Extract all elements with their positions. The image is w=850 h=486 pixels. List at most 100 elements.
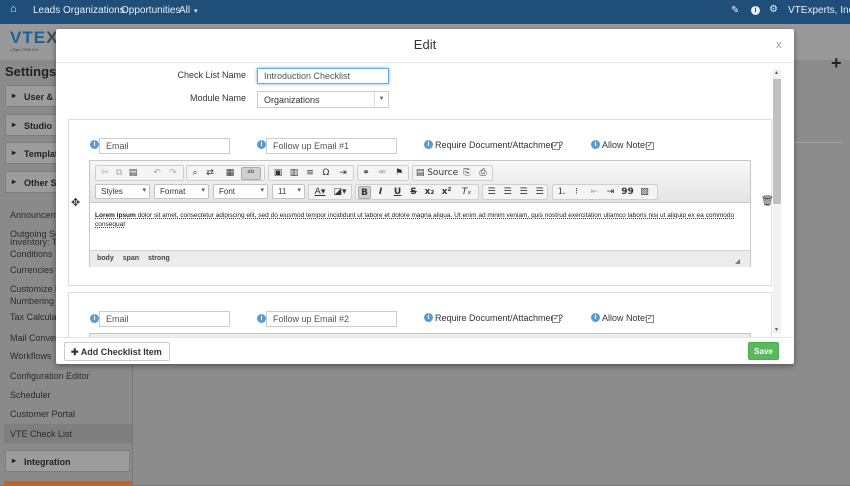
redo-icon[interactable]: ↷ [167, 167, 179, 180]
require-document-checkbox[interactable]: ✓ [552, 142, 560, 150]
sidebar-item-scheduler[interactable]: Scheduler [10, 389, 68, 401]
item-type-input[interactable] [99, 138, 230, 154]
info-icon: i [90, 314, 99, 323]
close-button[interactable]: x [776, 39, 782, 51]
copy-icon[interactable]: ⧉ [113, 167, 125, 180]
undo-icon[interactable]: ↶ [151, 167, 163, 180]
sidebar-item-configuration-editor[interactable]: Configuration Editor [10, 370, 130, 382]
styles-combo[interactable]: Styles [95, 184, 150, 199]
trash-icon[interactable]: 🗑 [761, 196, 774, 207]
page-break-icon[interactable]: ⇥ [336, 167, 350, 180]
toolbar-group-insert: ▣ ▥ ≡ Ω ⇥ [268, 165, 354, 181]
blockquote-icon[interactable]: 99 [621, 186, 634, 199]
anchor-flag-icon[interactable]: ⚑ [393, 167, 405, 180]
remove-format-icon[interactable]: Tₓ [460, 186, 473, 199]
div-container-icon[interactable]: ▧ [638, 186, 651, 199]
sidebar-section-integration[interactable]: Integration [5, 450, 130, 472]
plus-icon: ✚ [71, 347, 81, 357]
bg-color-icon[interactable]: ◪▾ [331, 186, 349, 199]
add-checklist-item-button[interactable]: ✚ Add Checklist Item [64, 342, 170, 361]
paste-icon[interactable]: ▤ [127, 167, 139, 180]
add-icon[interactable]: + [831, 53, 842, 74]
gear-icon[interactable]: ⚙ [769, 4, 778, 15]
scrollbar-thumb[interactable] [773, 79, 781, 204]
numbered-list-icon[interactable]: ⒈ [555, 186, 568, 199]
path-span[interactable]: span [123, 255, 139, 262]
home-icon[interactable]: ⌂ [10, 3, 17, 15]
require-document-checkbox[interactable]: ✓ [552, 315, 560, 323]
item-type-input[interactable] [99, 311, 230, 327]
allow-notes-checkbox[interactable]: ✓ [646, 142, 654, 150]
outdent-icon[interactable]: ⇤ [588, 186, 601, 199]
paste-text-icon[interactable]: ⎘ [461, 167, 473, 180]
chevron-down-icon[interactable]: ▾ [194, 7, 198, 15]
link-icon[interactable]: ⚭ [360, 167, 372, 180]
font-size-combo[interactable]: 11 [272, 184, 305, 199]
toolbar-group-basicstyles: B I U S x₂ x² Tₓ [355, 184, 479, 200]
special-char-icon[interactable]: Ω [320, 167, 332, 180]
require-document-label: Require Document/Attachment? [435, 140, 564, 150]
format-combo[interactable]: Format [154, 184, 209, 199]
toolbar-group-align: ☰ ☰ ☰ ☰ [482, 184, 548, 200]
align-left-icon[interactable]: ☰ [485, 186, 498, 199]
sidebar-item-customer-portal[interactable]: Customer Portal [10, 408, 130, 420]
nav-opportunities[interactable]: Opportunities [121, 5, 180, 16]
paste-word-icon[interactable]: ⎙ [477, 167, 489, 180]
align-justify-icon[interactable]: ☰ [533, 186, 546, 199]
user-menu[interactable]: VTExperts, Inc. [788, 5, 850, 16]
italic-icon[interactable]: I [374, 186, 387, 199]
cut-icon[interactable]: ✂ [99, 167, 111, 180]
bullet-list-icon[interactable]: ⁝ [570, 186, 583, 199]
source-label: Source [427, 168, 459, 178]
font-combo[interactable]: Font [213, 184, 268, 199]
editor-content-text: dolor sit amet, consectetur adipiscing e… [95, 212, 735, 228]
nav-leads[interactable]: Leads [33, 5, 60, 16]
source-button[interactable]: ▤ Source [415, 167, 459, 180]
nav-organizations[interactable]: Organizations [63, 5, 125, 16]
info-icon[interactable]: i [751, 6, 760, 15]
bold-icon[interactable]: B [358, 186, 371, 199]
align-right-icon[interactable]: ☰ [517, 186, 530, 199]
pencil-icon[interactable]: ✎ [731, 5, 739, 16]
brand-logo[interactable]: VTEX [10, 28, 58, 48]
module-name-select[interactable]: Organizations ▼ [257, 91, 389, 108]
toolbar-group-editing: ⌕ ⇄ ▦ ᵃᵇ [186, 165, 265, 181]
image-icon[interactable]: ▣ [272, 167, 284, 180]
save-button[interactable]: Save [748, 342, 779, 360]
item-subject-input[interactable] [266, 138, 397, 154]
path-strong[interactable]: strong [148, 255, 170, 262]
underline-icon[interactable]: U [391, 186, 404, 199]
spellcheck-icon[interactable]: ᵃᵇ [241, 167, 261, 180]
strike-icon[interactable]: S [407, 186, 420, 199]
find-icon[interactable]: ⌕ [189, 167, 201, 180]
scroll-down-icon[interactable]: ▼ [774, 327, 779, 333]
align-center-icon[interactable]: ☰ [501, 186, 514, 199]
unlink-icon[interactable]: ⚮ [376, 167, 388, 180]
path-body[interactable]: body [97, 255, 114, 262]
replace-icon[interactable]: ⇄ [204, 167, 216, 180]
sidebar-bottom-bar [4, 481, 132, 486]
indent-icon[interactable]: ⇥ [604, 186, 617, 199]
table-icon[interactable]: ▥ [288, 167, 300, 180]
scroll-up-icon[interactable]: ▲ [774, 70, 779, 76]
select-all-icon[interactable]: ▦ [224, 167, 236, 180]
sidebar-item-vte-check-list[interactable]: VTE Check List [10, 428, 130, 440]
editor-toolbar: ✂ ⧉ ▤ ↶ ↷ ⌕ ⇄ ▦ ᵃᵇ ▣ ▥ ≡ Ω ⇥ ⚭ ⚮ ⚑ ▤ Sou… [90, 161, 750, 203]
superscript-icon[interactable]: x² [440, 186, 453, 199]
subscript-icon[interactable]: x₂ [423, 186, 436, 199]
allow-notes-label: Allow Notes [602, 313, 650, 323]
resize-handle-icon[interactable]: ◢ [735, 258, 740, 265]
drag-handle-icon[interactable]: ✥ [71, 196, 80, 209]
editor-content[interactable]: Lorem ipsum dolor sit amet, consectetur … [95, 211, 745, 229]
horizontal-line-icon[interactable]: ≡ [304, 167, 316, 180]
toolbar-group-clipboard: ✂ ⧉ ▤ ↶ ↷ [95, 165, 184, 181]
checklist-name-input[interactable] [257, 68, 389, 84]
nav-all[interactable]: All [179, 5, 190, 16]
checklist-item: i i i Require Document/Attachment? ✓ i A… [68, 292, 772, 337]
item-subject-input[interactable] [266, 311, 397, 327]
info-icon: i [424, 313, 433, 322]
modal-scrollbar[interactable]: ▲ ▼ [773, 69, 781, 334]
editor-content-bold: Lorem ipsum [95, 212, 136, 219]
text-color-icon[interactable]: A▾ [311, 186, 329, 199]
allow-notes-checkbox[interactable]: ✓ [646, 315, 654, 323]
